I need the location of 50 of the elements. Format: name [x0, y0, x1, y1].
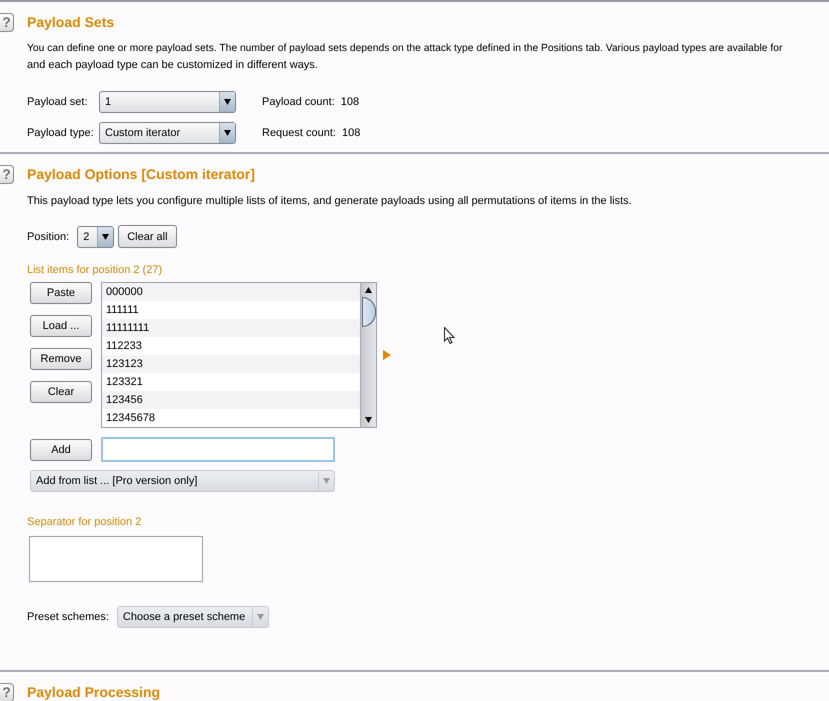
- section-title: Payload Sets: [27, 14, 114, 30]
- dropdown-arrow-icon: [323, 478, 330, 484]
- list-item[interactable]: 123321: [102, 373, 360, 391]
- list-label: List items for position 2 (27): [27, 264, 164, 276]
- list-item[interactable]: 123456: [102, 391, 360, 409]
- description-text: You can define one or more payload sets. The number of payload sets depends on the attack type defined in the Positions tab. Various payload types are available for: [27, 42, 784, 56]
- dropdown[interactable]: Custom iterator: [99, 122, 236, 144]
- list-item[interactable]: 111111: [102, 301, 360, 319]
- section-title: Payload Processing: [27, 684, 160, 700]
- scroll-up-icon[interactable]: [365, 287, 372, 293]
- help-icon[interactable]: ?: [0, 12, 14, 32]
- list-button[interactable]: Clear: [30, 381, 92, 403]
- field-label: Position:: [27, 230, 70, 242]
- description-text: and each payload type can be customized in different ways.: [27, 58, 319, 73]
- expand-arrow-icon[interactable]: [383, 350, 391, 360]
- count-value: 108: [340, 96, 360, 108]
- separator-field[interactable]: [29, 536, 203, 582]
- description-text: This payload type lets you configure multiple lists of items, and generate payloads using all permutations of items in the lists.: [27, 194, 633, 209]
- list-item[interactable]: 11111111: [102, 319, 360, 337]
- count-value: 108: [342, 127, 360, 139]
- list-button[interactable]: Remove: [30, 348, 92, 370]
- list-item[interactable]: 12345678: [102, 409, 360, 427]
- section-title: Payload Options [Custom iterator]: [27, 166, 255, 182]
- scrollbar[interactable]: [360, 283, 376, 427]
- dropdown-arrow-icon: [224, 130, 231, 136]
- scroll-thumb[interactable]: [362, 297, 376, 327]
- list-button[interactable]: Load ...: [30, 315, 92, 337]
- add-item-field[interactable]: [101, 437, 335, 462]
- add-button[interactable]: Add: [30, 438, 92, 460]
- separator-label: Separator for position 2: [27, 516, 142, 528]
- position-dropdown[interactable]: 2: [77, 226, 114, 248]
- field-label: Payload type:: [27, 127, 95, 139]
- clear-all-button[interactable]: Clear all: [118, 225, 177, 248]
- dropdown-arrow-icon: [102, 234, 110, 240]
- list-item[interactable]: 123123: [102, 355, 360, 373]
- field-label: Preset schemes:: [27, 611, 109, 623]
- preset-dropdown[interactable]: Choose a preset scheme: [116, 606, 269, 628]
- dropdown-arrow-icon: [224, 99, 231, 105]
- help-icon[interactable]: ?: [0, 682, 14, 701]
- field-label: Payload set:: [27, 96, 89, 108]
- count-label: Request count:: [262, 127, 336, 139]
- list-button[interactable]: Paste: [30, 282, 92, 304]
- dropdown-arrow-icon: [256, 614, 264, 620]
- count-label: Payload count:: [262, 96, 335, 108]
- list-item[interactable]: 000000: [102, 283, 360, 301]
- help-icon[interactable]: ?: [0, 164, 14, 184]
- mouse-pointer-icon: [444, 327, 456, 345]
- list-item[interactable]: 112233: [102, 337, 360, 355]
- dropdown[interactable]: 1: [99, 91, 236, 113]
- scroll-down-icon[interactable]: [365, 417, 372, 423]
